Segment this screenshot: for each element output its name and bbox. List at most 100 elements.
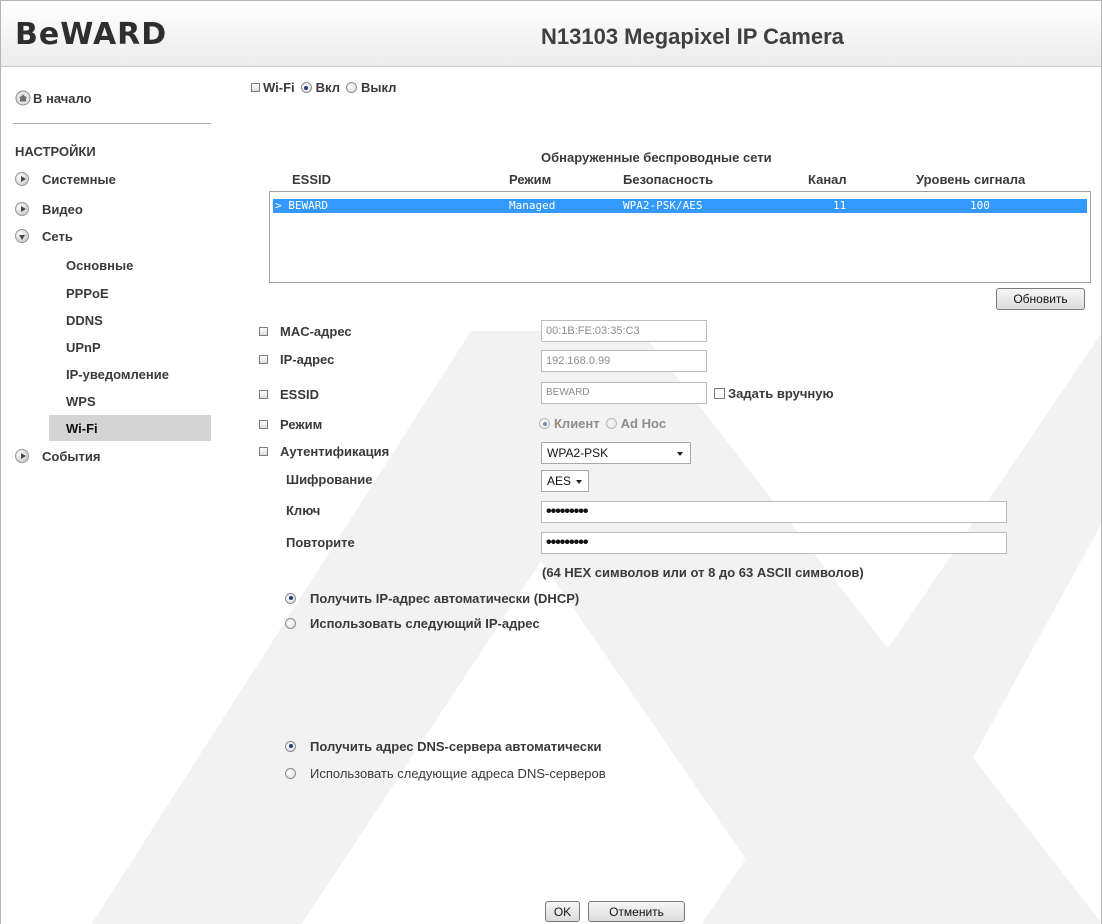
essid-label: ESSID bbox=[259, 385, 319, 403]
dns-auto-label: Получить адрес DNS-сервера автоматически bbox=[310, 738, 602, 754]
wifi-off-radio[interactable] bbox=[345, 82, 357, 93]
sidebar-item-wifi[interactable]: Wi-Fi bbox=[66, 421, 98, 439]
expand-arrow-icon bbox=[15, 172, 29, 186]
network-security: WPA2-PSK/AES bbox=[623, 199, 703, 212]
network-row[interactable]: > BEWARD Managed WPA2-PSK/AES 11 100 bbox=[273, 199, 1087, 213]
ip-field: 192.168.0.99 bbox=[541, 350, 707, 372]
cancel-button[interactable]: Отменить bbox=[588, 901, 685, 922]
wifi-label: Wi-Fi bbox=[263, 80, 295, 95]
key-hint: (64 HEX символов или от 8 до 63 ASCII си… bbox=[542, 565, 864, 580]
manual-essid-checkbox[interactable] bbox=[714, 388, 725, 399]
chevron-down-icon bbox=[576, 480, 582, 484]
static-ip-option[interactable]: Использовать следующий IP-адрес bbox=[285, 614, 540, 632]
column-essid: ESSID bbox=[292, 172, 332, 187]
settings-heading: НАСТРОЙКИ bbox=[15, 144, 96, 159]
sidebar-item-pppoe[interactable]: PPPoE bbox=[66, 286, 109, 304]
collapse-arrow-icon bbox=[15, 229, 29, 243]
network-channel: 11 bbox=[833, 199, 847, 212]
expand-arrow-icon bbox=[15, 449, 29, 463]
mode-adhoc-label: Ad Hoc bbox=[620, 416, 667, 431]
column-signal: Уровень сигнала bbox=[916, 172, 1026, 187]
network-mode: Managed bbox=[509, 199, 556, 212]
sidebar-item-ip-notification[interactable]: IP-уведомление bbox=[66, 367, 169, 385]
sidebar-item-upnp[interactable]: UPnP bbox=[66, 340, 101, 358]
repeat-key-field[interactable]: ••••••••• bbox=[541, 532, 1007, 554]
wifi-on-label: Вкл bbox=[315, 80, 340, 95]
mode-label-text: Режим bbox=[280, 416, 323, 432]
dhcp-radio[interactable] bbox=[285, 592, 296, 604]
mac-label: MAC-адрес bbox=[259, 322, 352, 340]
column-security: Безопасность bbox=[623, 172, 714, 187]
product-title: N13103 Megapixel IP Camera bbox=[541, 24, 844, 49]
dhcp-label: Получить IP-адрес автоматически (DHCP) bbox=[310, 590, 580, 606]
wifi-toggle: Wi-Fi Вкл Выкл bbox=[251, 80, 396, 95]
home-link[interactable]: В начало bbox=[15, 88, 92, 108]
sidebar: В начало НАСТРОЙКИ Системные Видео Сеть … bbox=[1, 68, 211, 924]
sidebar-item-ddns[interactable]: DDNS bbox=[66, 313, 103, 331]
dhcp-option[interactable]: Получить IP-адрес автоматически (DHCP) bbox=[285, 589, 579, 607]
bullet-icon bbox=[259, 326, 268, 336]
sidebar-item-wps[interactable]: WPS bbox=[66, 394, 96, 412]
network-signal: 100 bbox=[970, 199, 990, 212]
manual-essid-label: Задать вручную bbox=[728, 386, 834, 401]
sidebar-item-basic[interactable]: Основные bbox=[66, 258, 133, 276]
encryption-select-value: AES bbox=[547, 474, 572, 488]
static-ip-radio[interactable] bbox=[285, 617, 296, 629]
bullet-icon bbox=[251, 83, 260, 92]
mode-options: Клиент Ad Hoc bbox=[539, 416, 666, 431]
nav-group-label: Системные bbox=[42, 171, 116, 187]
mode-label: Режим bbox=[259, 415, 322, 433]
dns-manual-option[interactable]: Использовать следующие адреса DNS-сервер… bbox=[285, 764, 606, 782]
encryption-select[interactable]: AES bbox=[541, 470, 589, 492]
key-field[interactable]: ••••••••• bbox=[541, 501, 1007, 523]
nav-group-events[interactable]: События bbox=[15, 446, 100, 466]
expand-arrow-icon bbox=[15, 202, 29, 216]
nav-group-system[interactable]: Системные bbox=[15, 169, 116, 189]
mode-adhoc-radio[interactable] bbox=[605, 418, 617, 429]
column-channel: Канал bbox=[808, 172, 847, 187]
encryption-label: Шифрование bbox=[286, 472, 373, 487]
dns-manual-radio[interactable] bbox=[285, 767, 296, 779]
ip-label: IP-адрес bbox=[259, 350, 334, 368]
ip-label-text: IP-адрес bbox=[280, 351, 335, 367]
column-mode: Режим bbox=[509, 172, 552, 187]
dns-auto-radio[interactable] bbox=[285, 740, 296, 752]
dns-auto-option[interactable]: Получить адрес DNS-сервера автоматически bbox=[285, 737, 602, 755]
mode-client-label: Клиент bbox=[554, 416, 600, 431]
nav-group-label: Сеть bbox=[42, 228, 73, 244]
page-header: BeWARD N13103 Megapixel IP Camera bbox=[1, 1, 1101, 67]
dns-manual-label: Использовать следующие адреса DNS-сервер… bbox=[310, 765, 606, 781]
app-window: BeWARD N13103 Megapixel IP Camera В нача… bbox=[0, 0, 1102, 924]
nav-group-network[interactable]: Сеть bbox=[15, 226, 73, 246]
mode-client-radio[interactable] bbox=[539, 418, 550, 429]
wifi-on-radio[interactable] bbox=[300, 82, 312, 93]
auth-select-value: WPA2-PSK bbox=[547, 446, 609, 460]
networks-title: Обнаруженные беспроводные сети bbox=[541, 150, 772, 165]
wifi-off-label: Выкл bbox=[360, 80, 397, 95]
key-label: Ключ bbox=[286, 503, 321, 518]
auth-label: Аутентификация bbox=[259, 442, 389, 460]
chevron-down-icon bbox=[677, 452, 683, 456]
ok-button[interactable]: OK bbox=[545, 901, 580, 922]
nav-group-video[interactable]: Видео bbox=[15, 199, 83, 219]
essid-field[interactable]: BEWARD bbox=[541, 382, 707, 404]
bullet-icon bbox=[259, 419, 268, 429]
auth-label-text: Аутентификация bbox=[280, 443, 390, 459]
static-ip-label: Использовать следующий IP-адрес bbox=[310, 615, 540, 631]
home-icon bbox=[15, 90, 31, 106]
beward-logo: BeWARD bbox=[15, 17, 168, 52]
mac-field: 00:1B:FE:03:35:C3 bbox=[541, 320, 707, 342]
essid-label-text: ESSID bbox=[280, 386, 320, 402]
networks-list[interactable]: > BEWARD Managed WPA2-PSK/AES 11 100 bbox=[269, 191, 1091, 283]
refresh-button[interactable]: Обновить bbox=[996, 288, 1085, 310]
manual-essid-option[interactable]: Задать вручную bbox=[714, 386, 834, 401]
bullet-icon bbox=[259, 389, 268, 399]
sidebar-divider bbox=[13, 123, 211, 124]
bullet-icon bbox=[259, 446, 268, 456]
auth-select[interactable]: WPA2-PSK bbox=[541, 442, 691, 464]
nav-group-label: Видео bbox=[42, 201, 83, 217]
repeat-label: Повторите bbox=[286, 535, 355, 550]
home-label: В начало bbox=[33, 90, 92, 106]
network-essid: > BEWARD bbox=[275, 199, 328, 212]
nav-group-label: События bbox=[42, 448, 101, 464]
